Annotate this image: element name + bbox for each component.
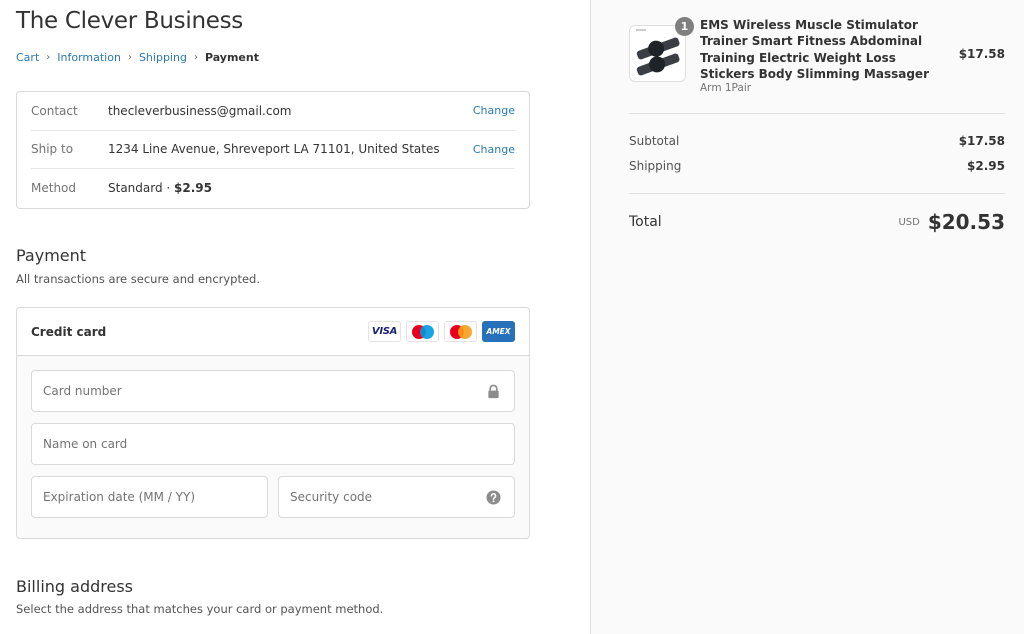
breadcrumb-information[interactable]: Information bbox=[57, 51, 121, 64]
review-value: Standard · $2.95 bbox=[108, 181, 515, 195]
shipping-label: Shipping bbox=[629, 159, 682, 173]
total-label: Total bbox=[629, 214, 662, 230]
visa-icon: VISA bbox=[368, 321, 401, 342]
breadcrumb: Cart › Information › Shipping › Payment bbox=[16, 51, 259, 64]
chevron-right-icon: › bbox=[46, 52, 51, 63]
review-row-contact: Contact thecleverbusiness@gmail.com Chan… bbox=[31, 92, 515, 131]
security-code-field[interactable] bbox=[278, 476, 515, 518]
checkout-main: The Clever Business Cart › Information ›… bbox=[0, 0, 590, 634]
method-name: Standard · bbox=[108, 181, 175, 196]
review-row-ship-to: Ship to 1234 Line Avenue, Shreveport LA … bbox=[31, 131, 515, 169]
product-name: EMS Wireless Muscle Stimulator Trainer S… bbox=[700, 18, 929, 81]
card-brands: VISA AMEX bbox=[368, 321, 515, 342]
billing-subtitle: Select the address that matches your car… bbox=[16, 602, 384, 616]
quantity-badge: 1 bbox=[675, 17, 694, 36]
payment-title: Payment bbox=[16, 246, 87, 265]
security-code-input[interactable] bbox=[279, 477, 514, 517]
review-label: Method bbox=[31, 181, 77, 196]
review-block: Contact thecleverbusiness@gmail.com Chan… bbox=[16, 91, 530, 209]
order-summary: 1 EMS Wireless Muscle Stimulator Trainer… bbox=[590, 0, 1024, 634]
shipping-row: Shipping $2.95 bbox=[629, 159, 1005, 173]
subtotal-row: Subtotal $17.58 bbox=[629, 134, 1005, 148]
review-value: thecleverbusiness@gmail.com bbox=[108, 103, 292, 118]
card-number-field[interactable] bbox=[31, 370, 515, 412]
breadcrumb-shipping[interactable]: Shipping bbox=[139, 51, 187, 64]
review-value: 1234 Line Avenue, Shreveport LA 71101, U… bbox=[108, 142, 440, 157]
subtotal-label: Subtotal bbox=[629, 134, 680, 148]
billing-title: Billing address bbox=[16, 577, 133, 596]
expiry-input[interactable] bbox=[32, 477, 267, 517]
lock-icon bbox=[488, 384, 499, 399]
help-icon[interactable] bbox=[486, 490, 501, 505]
chevron-right-icon: › bbox=[127, 52, 132, 63]
card-number-input[interactable] bbox=[32, 371, 514, 411]
expiry-field[interactable] bbox=[31, 476, 268, 518]
product-price: $17.58 bbox=[958, 47, 1005, 61]
payment-subtitle: All transactions are secure and encrypte… bbox=[16, 272, 261, 286]
review-label: Ship to bbox=[31, 142, 74, 157]
credit-card-header[interactable]: Credit card VISA AMEX bbox=[17, 308, 529, 356]
review-row-method: Method Standard · $2.95 bbox=[31, 169, 515, 208]
summary-divider bbox=[629, 193, 1005, 194]
subtotal-value: $17.58 bbox=[958, 134, 1005, 148]
currency-code: USD bbox=[898, 216, 920, 228]
summary-divider bbox=[629, 113, 1005, 114]
total-row: Total USD $20.53 bbox=[629, 210, 1005, 234]
breadcrumb-payment: Payment bbox=[204, 51, 259, 64]
chevron-right-icon: › bbox=[193, 52, 198, 63]
product-variant: Arm 1Pair bbox=[700, 82, 752, 94]
shop-title[interactable]: The Clever Business bbox=[16, 8, 243, 34]
name-on-card-input[interactable] bbox=[32, 424, 514, 464]
review-label: Contact bbox=[31, 103, 78, 118]
breadcrumb-cart[interactable]: Cart bbox=[16, 51, 39, 64]
shipping-value: $2.95 bbox=[967, 159, 1005, 173]
total-value: $20.53 bbox=[927, 210, 1005, 234]
name-on-card-field[interactable] bbox=[31, 423, 515, 465]
method-price: $2.95 bbox=[174, 181, 213, 196]
product-image-icon bbox=[636, 29, 680, 76]
change-contact-link[interactable]: Change bbox=[473, 104, 515, 117]
maestro-icon bbox=[406, 321, 439, 342]
mastercard-icon bbox=[444, 321, 477, 342]
change-address-link[interactable]: Change bbox=[473, 143, 515, 156]
credit-card-box: Credit card VISA AMEX bbox=[16, 307, 530, 539]
amex-icon: AMEX bbox=[482, 321, 515, 342]
credit-card-label: Credit card bbox=[31, 324, 107, 339]
